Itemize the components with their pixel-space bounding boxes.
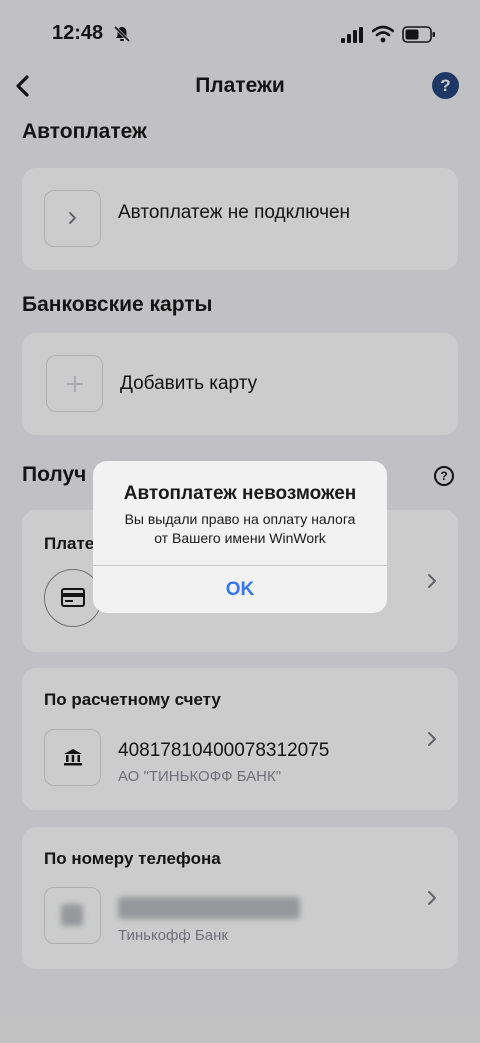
alert-title: Автоплатеж невозможен	[123, 483, 357, 504]
alert-message-line-1: Вы выдали право на оплату налога	[124, 511, 356, 527]
alert-dialog: Автоплатеж невозможен Вы выдали право на…	[93, 461, 387, 613]
alert-ok-button[interactable]: OK	[93, 566, 387, 613]
alert-message-line-2: от Вашего имени WinWork	[154, 530, 326, 546]
alert-message: Вы выдали право на оплату налога от Ваше…	[105, 510, 375, 548]
